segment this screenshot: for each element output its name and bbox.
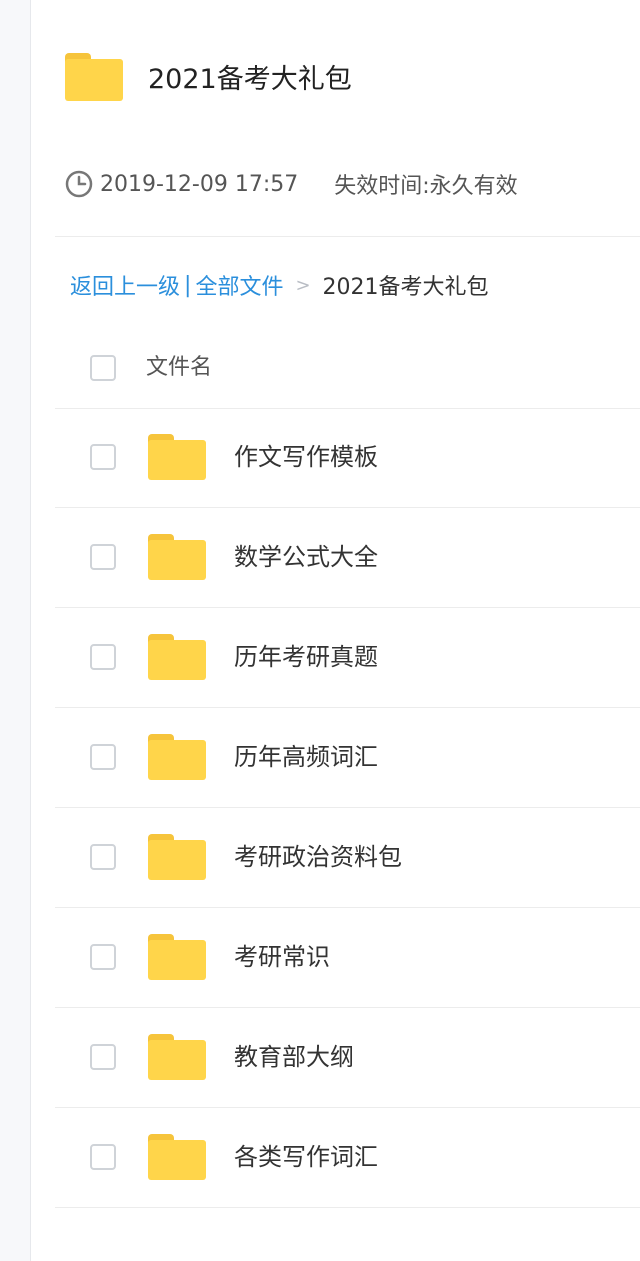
file-name[interactable]: 各类写作词汇 xyxy=(234,1138,378,1176)
chevron-right-icon: > xyxy=(295,274,311,296)
row-checkbox[interactable] xyxy=(90,644,116,670)
shared-folder-view: 2021备考大礼包 2019-12-09 17:57 失效时间: 永久有效 返回… xyxy=(31,0,640,1261)
file-row[interactable]: 教育部大纲 xyxy=(55,1008,640,1108)
row-checkbox[interactable] xyxy=(90,944,116,970)
share-meta: 2019-12-09 17:57 失效时间: 永久有效 xyxy=(64,166,518,202)
expire-value: 永久有效 xyxy=(429,174,518,199)
folder-icon xyxy=(148,734,206,780)
expire-label: 失效时间: xyxy=(334,174,430,199)
file-name[interactable]: 历年考研真题 xyxy=(234,638,378,676)
row-checkbox[interactable] xyxy=(90,844,116,870)
folder-icon xyxy=(148,1134,206,1180)
file-name[interactable]: 考研政治资料包 xyxy=(234,838,402,876)
file-name[interactable]: 数学公式大全 xyxy=(234,538,378,576)
file-row[interactable]: 考研常识 xyxy=(55,908,640,1008)
row-checkbox[interactable] xyxy=(90,744,116,770)
divider xyxy=(55,236,640,237)
folder-icon xyxy=(148,434,206,480)
breadcrumb-divider: | xyxy=(184,272,192,298)
breadcrumb-current: 2021备考大礼包 xyxy=(322,275,489,300)
folder-icon xyxy=(148,934,206,980)
file-row[interactable]: 历年高频词汇 xyxy=(55,708,640,808)
left-side-panel xyxy=(0,0,31,1261)
back-link[interactable]: 返回上一级 xyxy=(70,269,180,301)
row-checkbox[interactable] xyxy=(90,444,116,470)
folder-icon xyxy=(148,834,206,880)
folder-icon xyxy=(148,534,206,580)
file-row[interactable]: 作文写作模板 xyxy=(55,408,640,508)
list-header: 文件名 xyxy=(55,330,640,409)
page-title: 2021备考大礼包 xyxy=(148,64,352,95)
breadcrumb: 返回上一级 | 全部文件 > 2021备考大礼包 xyxy=(70,265,489,305)
file-row[interactable]: 考研政治资料包 xyxy=(55,808,640,908)
row-checkbox[interactable] xyxy=(90,544,116,570)
select-all-checkbox[interactable] xyxy=(90,355,116,381)
file-name[interactable]: 历年高频词汇 xyxy=(234,738,378,776)
all-files-link[interactable]: 全部文件 xyxy=(195,269,283,301)
file-name[interactable]: 作文写作模板 xyxy=(234,438,378,476)
clock-icon xyxy=(65,170,93,198)
share-date: 2019-12-09 17:57 xyxy=(100,171,299,197)
column-header-filename: 文件名 xyxy=(146,355,213,380)
file-name[interactable]: 教育部大纲 xyxy=(234,1038,354,1076)
row-checkbox[interactable] xyxy=(90,1144,116,1170)
row-checkbox[interactable] xyxy=(90,1044,116,1070)
folder-icon xyxy=(148,1034,206,1080)
file-name[interactable]: 考研常识 xyxy=(234,938,330,976)
file-list: 作文写作模板 数学公式大全 历年考研真题 历年高频词汇 考研政治资料包 考研常识 xyxy=(55,408,640,1208)
file-row[interactable]: 数学公式大全 xyxy=(55,508,640,608)
folder-icon xyxy=(65,53,123,101)
folder-icon xyxy=(148,634,206,680)
file-row[interactable]: 历年考研真题 xyxy=(55,608,640,708)
file-row[interactable]: 各类写作词汇 xyxy=(55,1108,640,1208)
